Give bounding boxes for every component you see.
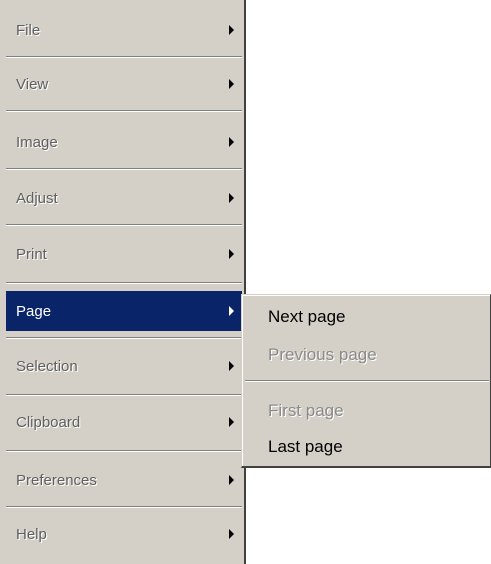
- context-menu: File View Image Adjust Print Page Select…: [0, 0, 246, 564]
- menu-item-view[interactable]: View: [6, 62, 242, 106]
- menu-item-label: Print: [16, 245, 47, 263]
- menu-separator: [6, 337, 242, 339]
- menu-item-preferences[interactable]: Preferences: [6, 458, 242, 502]
- submenu-arrow-icon: [229, 193, 234, 203]
- menu-separator: [6, 110, 242, 112]
- menu-item-file[interactable]: File: [6, 8, 242, 52]
- submenu-arrow-icon: [229, 79, 234, 89]
- menu-separator: [6, 450, 242, 452]
- menu-item-adjust[interactable]: Adjust: [6, 176, 242, 220]
- submenu-arrow-icon: [229, 361, 234, 371]
- menu-item-label: File: [16, 21, 41, 39]
- menu-item-label: Preferences: [16, 471, 97, 489]
- submenu-item-next-page[interactable]: Next page: [245, 297, 489, 337]
- menu-item-image[interactable]: Image: [6, 120, 242, 164]
- submenu-item-label: First page: [268, 401, 344, 420]
- menu-separator: [6, 282, 242, 284]
- submenu-arrow-icon: [229, 137, 234, 147]
- menu-item-label: View: [16, 75, 49, 93]
- submenu-item-previous-page: Previous page: [245, 335, 489, 375]
- submenu-arrow-icon: [229, 417, 234, 427]
- menu-separator: [6, 168, 242, 170]
- menu-item-label: Help: [16, 525, 47, 543]
- menu-item-clipboard[interactable]: Clipboard: [6, 400, 242, 444]
- menu-item-label: Image: [16, 133, 58, 151]
- submenu-item-last-page[interactable]: Last page: [245, 427, 489, 467]
- menu-item-help[interactable]: Help: [6, 512, 242, 556]
- menu-item-print[interactable]: Print: [6, 232, 242, 276]
- menu-item-page[interactable]: Page: [6, 291, 242, 331]
- menu-separator: [6, 506, 242, 508]
- submenu-item-first-page: First page: [245, 391, 489, 431]
- menu-item-selection[interactable]: Selection: [6, 344, 242, 388]
- submenu-arrow-icon: [229, 25, 234, 35]
- submenu-arrow-icon: [229, 306, 234, 316]
- menu-separator: [6, 224, 242, 226]
- submenu-arrow-icon: [229, 475, 234, 485]
- submenu-separator: [245, 380, 489, 382]
- menu-separator: [6, 56, 242, 58]
- page-submenu: Next page Previous page First page Last …: [241, 294, 491, 468]
- submenu-item-label: Last page: [268, 437, 343, 456]
- submenu-arrow-icon: [229, 529, 234, 539]
- menu-separator: [6, 394, 242, 396]
- menu-item-label: Selection: [16, 357, 78, 375]
- menu-item-label: Page: [16, 302, 52, 320]
- submenu-item-label: Next page: [268, 307, 346, 326]
- menu-item-label: Adjust: [16, 189, 58, 207]
- submenu-item-label: Previous page: [268, 345, 377, 364]
- submenu-arrow-icon: [229, 249, 234, 259]
- menu-item-label: Clipboard: [16, 413, 81, 431]
